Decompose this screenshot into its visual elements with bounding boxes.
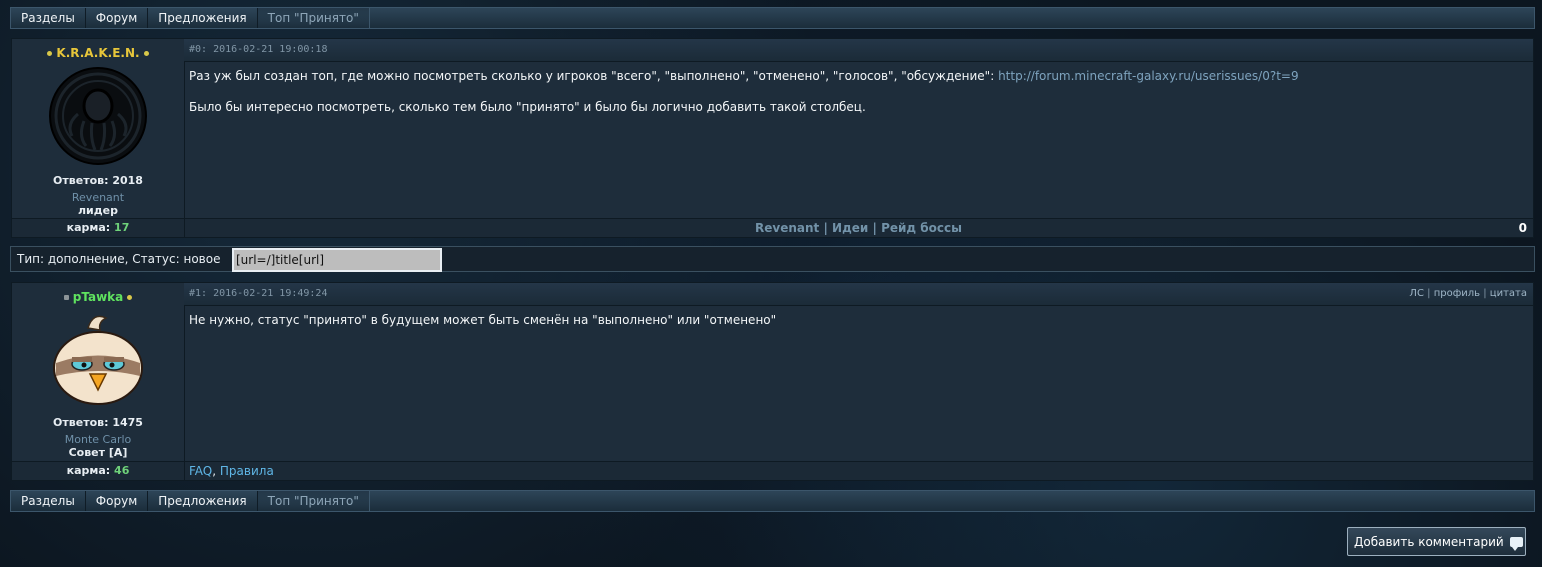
reply-count: Ответов: 1475 <box>53 416 143 429</box>
signature-link-boss-raid[interactable]: Рейд боссы <box>881 221 962 235</box>
bbcode-input[interactable]: [url=/]title[url] <box>232 248 442 272</box>
post-body: Раз уж был создан топ, где можно посмотр… <box>184 62 1533 136</box>
post-paragraph: Было бы интересно посмотреть, сколько те… <box>189 100 866 114</box>
post-score: 0 <box>1518 221 1527 235</box>
post-actions: ЛС | профиль | цитата <box>1409 283 1527 305</box>
kraken-avatar-icon[interactable] <box>48 66 148 166</box>
online-dot-icon <box>47 51 53 56</box>
signature-link-ideas[interactable]: Идеи <box>832 221 868 235</box>
post-meta: #0: 2016-02-21 19:00:18 <box>189 44 328 55</box>
post-content: #1: 2016-02-21 19:49:24 ЛС | профиль | ц… <box>184 283 1533 462</box>
clan-link[interactable]: Revenant <box>12 191 184 204</box>
breadcrumb-item-sections[interactable]: Разделы <box>11 491 86 511</box>
post-meta: #1: 2016-02-21 19:49:24 <box>189 288 328 299</box>
action-separator: | <box>1427 288 1431 299</box>
add-comment-button[interactable]: Добавить комментарий <box>1347 527 1526 556</box>
user-rank: лидер <box>78 204 118 217</box>
post-paragraph: Раз уж был создан топ, где можно посмотр… <box>189 68 1528 84</box>
post-text: Раз уж был создан топ, где можно посмотр… <box>189 69 999 83</box>
userissues-link[interactable]: http://forum.minecraft-galaxy.ru/useriss… <box>998 69 1299 83</box>
status-dot-icon <box>143 51 149 56</box>
signature-separator: | <box>872 221 877 235</box>
post-header: #1: 2016-02-21 19:49:24 ЛС | профиль | ц… <box>184 283 1533 306</box>
reply-count: Ответов: 2018 <box>53 174 143 187</box>
breadcrumb-top: Разделы Форум Предложения Топ "Принято" <box>10 7 1535 29</box>
breadcrumb-current: Топ "Принято" <box>257 491 370 511</box>
breadcrumb-current: Топ "Принято" <box>257 8 370 28</box>
private-message-link[interactable]: ЛС <box>1409 288 1424 299</box>
post-footer: карма: 17 Revenant | Идеи | Рейд боссы 0 <box>12 218 1533 237</box>
user-rank: Совет [A] <box>68 446 128 459</box>
post-paragraph: Не нужно, статус "принято" в будущем мож… <box>189 313 777 327</box>
breadcrumb-bottom: Разделы Форум Предложения Топ "Принято" <box>10 490 1535 512</box>
breadcrumb-item-forum[interactable]: Форум <box>86 491 149 511</box>
offline-dot-icon <box>63 295 69 300</box>
post-header: #0: 2016-02-21 19:00:18 <box>184 39 1533 62</box>
karma-value: 46 <box>114 464 130 477</box>
action-separator: | <box>1483 288 1487 299</box>
footer-links: FAQ, Правила <box>189 462 274 480</box>
faq-link[interactable]: FAQ <box>189 464 212 478</box>
status-row: Тип: дополнение, Статус: новое [url=/]ti… <box>10 246 1535 272</box>
post-author-panel: K.R.A.K.E.N. Ответов: 2018 Revenant лиде… <box>12 39 185 219</box>
post-content: #0: 2016-02-21 19:00:18 Раз уж был созда… <box>184 39 1533 219</box>
post-0: K.R.A.K.E.N. Ответов: 2018 Revenant лиде… <box>11 38 1534 238</box>
post-body: Не нужно, статус "принято" в будущем мож… <box>184 306 1533 349</box>
status-dot-icon <box>127 295 133 300</box>
karma: карма: 17 <box>12 219 185 237</box>
author-name[interactable]: pTawka <box>73 290 124 304</box>
breadcrumb-item-forum[interactable]: Форум <box>86 8 149 28</box>
signature: Revenant | Идеи | Рейд боссы <box>184 219 1533 237</box>
author-name-row: pTawka <box>12 290 184 304</box>
karma-label: карма: <box>66 221 111 234</box>
status-label: Тип: дополнение, Статус: новое <box>17 252 221 266</box>
breadcrumb-item-sections[interactable]: Разделы <box>11 8 86 28</box>
clan-link[interactable]: Monte Carlo <box>12 433 184 446</box>
post-author-panel: pTawka Ответов: 1475 Monte Carlo Совет [… <box>12 283 185 462</box>
quote-link[interactable]: цитата <box>1490 288 1527 299</box>
author-name[interactable]: K.R.A.K.E.N. <box>56 46 139 60</box>
add-comment-label: Добавить комментарий <box>1354 534 1504 549</box>
karma-value: 17 <box>114 221 130 234</box>
signature-link-revenant[interactable]: Revenant <box>755 221 819 235</box>
author-name-row: K.R.A.K.E.N. <box>12 46 184 60</box>
footer-separator: , <box>212 464 217 478</box>
post-footer: карма: 46 FAQ, Правила <box>12 461 1533 480</box>
post-1: pTawka Ответов: 1475 Monte Carlo Совет [… <box>11 282 1534 481</box>
karma: карма: 46 <box>12 462 185 480</box>
breadcrumb-item-proposals[interactable]: Предложения <box>148 491 258 511</box>
speech-bubble-icon <box>1509 536 1523 551</box>
signature-separator: | <box>823 221 828 235</box>
karma-label: карма: <box>66 464 111 477</box>
bird-avatar-icon[interactable] <box>48 308 148 408</box>
rules-link[interactable]: Правила <box>220 464 274 478</box>
breadcrumb-item-proposals[interactable]: Предложения <box>148 8 258 28</box>
profile-link[interactable]: профиль <box>1434 288 1480 299</box>
